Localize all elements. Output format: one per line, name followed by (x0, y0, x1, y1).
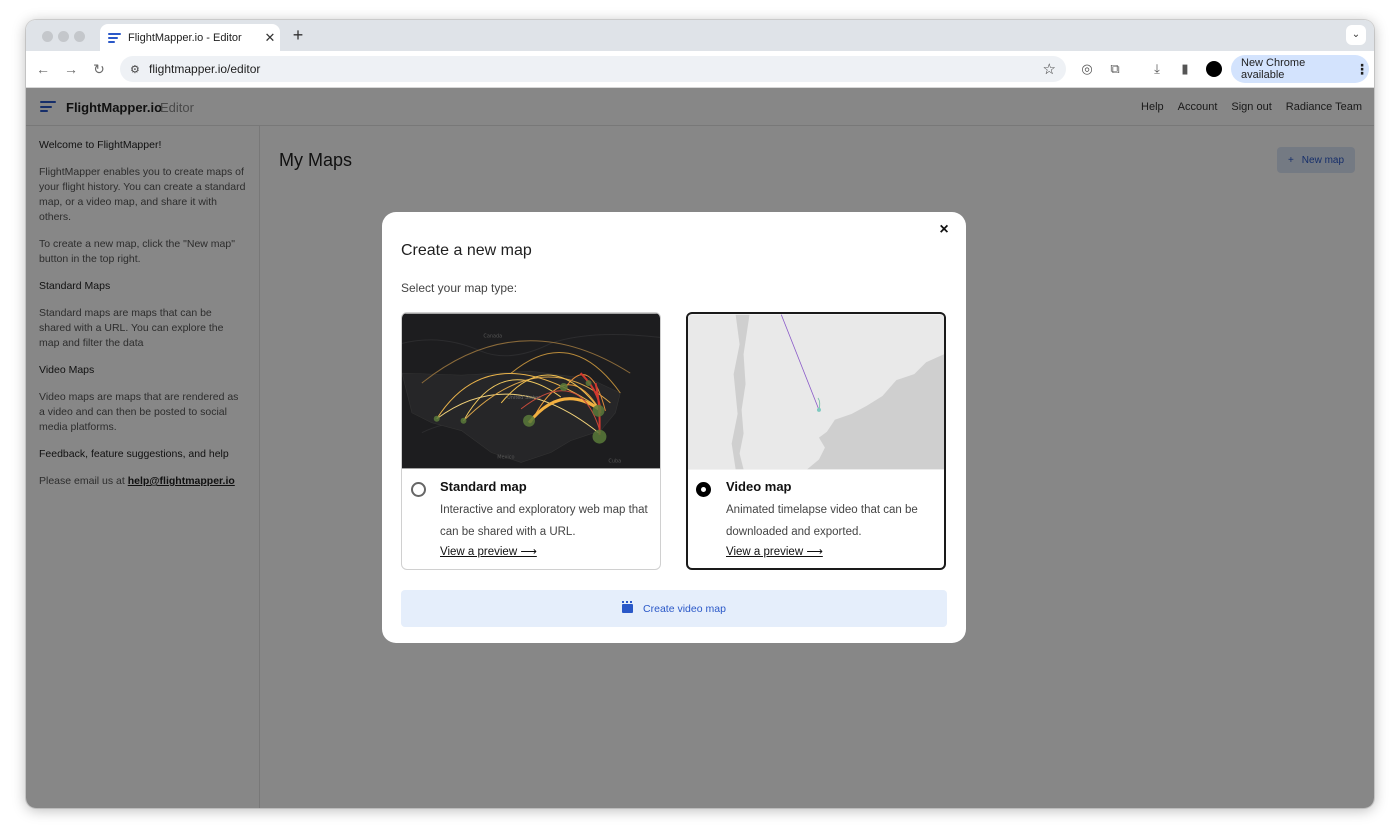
map-label-mexico: Mexico (497, 454, 514, 460)
new-tab-button[interactable]: + (288, 25, 308, 45)
standard-map-radio[interactable] (411, 482, 426, 497)
video-map-preview (688, 314, 944, 470)
profile-avatar[interactable] (1206, 61, 1222, 77)
create-video-map-button[interactable]: Create video map (401, 590, 947, 627)
forward-arrow-icon[interactable]: → (62, 60, 80, 78)
close-icon[interactable]: × (934, 221, 954, 239)
site-settings-icon[interactable]: ⚙ (130, 63, 140, 76)
chrome-update-button[interactable]: New Chrome available ⋮ (1231, 55, 1369, 83)
tab-title: FlightMapper.io - Editor (128, 31, 242, 44)
standard-map-option[interactable]: Canada United States Mexico Cuba Standar… (401, 312, 661, 570)
bookmark-star-icon[interactable]: ☆ (1043, 60, 1056, 78)
back-arrow-icon[interactable]: ← (34, 60, 52, 78)
standard-map-preview: Canada United States Mexico Cuba (402, 313, 660, 469)
flightmapper-favicon-icon (108, 32, 121, 43)
download-icon[interactable]: ⤓ (1148, 60, 1166, 78)
dialog-title: Create a new map (401, 242, 532, 259)
browser-tab[interactable]: FlightMapper.io - Editor ✕ (100, 24, 280, 51)
video-map-description: Animated timelapse video that can be dow… (726, 504, 918, 538)
map-label-us: United States (507, 395, 541, 401)
maximize-window-icon[interactable] (74, 31, 85, 42)
url-text[interactable]: flightmapper.io/editor (149, 62, 260, 76)
chrome-update-label: New Chrome available (1241, 57, 1306, 81)
standard-map-preview-link[interactable]: View a preview ⟶ (440, 544, 537, 558)
tab-search-icon[interactable]: ⌄ (1346, 25, 1366, 45)
create-map-dialog: × Create a new map Select your map type: (382, 212, 966, 643)
browser-toolbar: ← → ↻ ⚙ flightmapper.io/editor ☆ ◎ ⧉ ⤓ ▮… (26, 51, 1374, 88)
address-bar[interactable]: ⚙ flightmapper.io/editor ☆ (120, 56, 1066, 82)
extension-icon[interactable]: ◎ (1078, 60, 1096, 78)
tab-close-icon[interactable]: ✕ (260, 30, 280, 46)
side-panel-icon[interactable]: ▮ (1176, 60, 1194, 78)
minimize-window-icon[interactable] (58, 31, 69, 42)
standard-map-title: Standard map (440, 479, 527, 494)
video-map-preview-link[interactable]: View a preview ⟶ (726, 544, 823, 558)
map-label-canada: Canada (483, 333, 502, 339)
map-label-cuba: Cuba (608, 458, 621, 464)
menu-kebab-icon[interactable]: ⋮ (1355, 61, 1369, 78)
video-map-radio[interactable] (696, 482, 711, 497)
dialog-subtitle: Select your map type: (401, 281, 518, 295)
video-map-option[interactable]: Video map Animated timelapse video that … (686, 312, 946, 570)
extensions-puzzle-icon[interactable]: ⧉ (1106, 60, 1124, 78)
close-window-icon[interactable] (42, 31, 53, 42)
standard-map-description: Interactive and exploratory web map that… (440, 504, 648, 538)
tab-strip: FlightMapper.io - Editor ✕ + ⌄ (26, 20, 1374, 51)
clapperboard-icon (622, 601, 634, 613)
video-map-title: Video map (726, 479, 792, 494)
reload-icon[interactable]: ↻ (90, 60, 108, 78)
create-video-map-label: Create video map (643, 602, 726, 615)
